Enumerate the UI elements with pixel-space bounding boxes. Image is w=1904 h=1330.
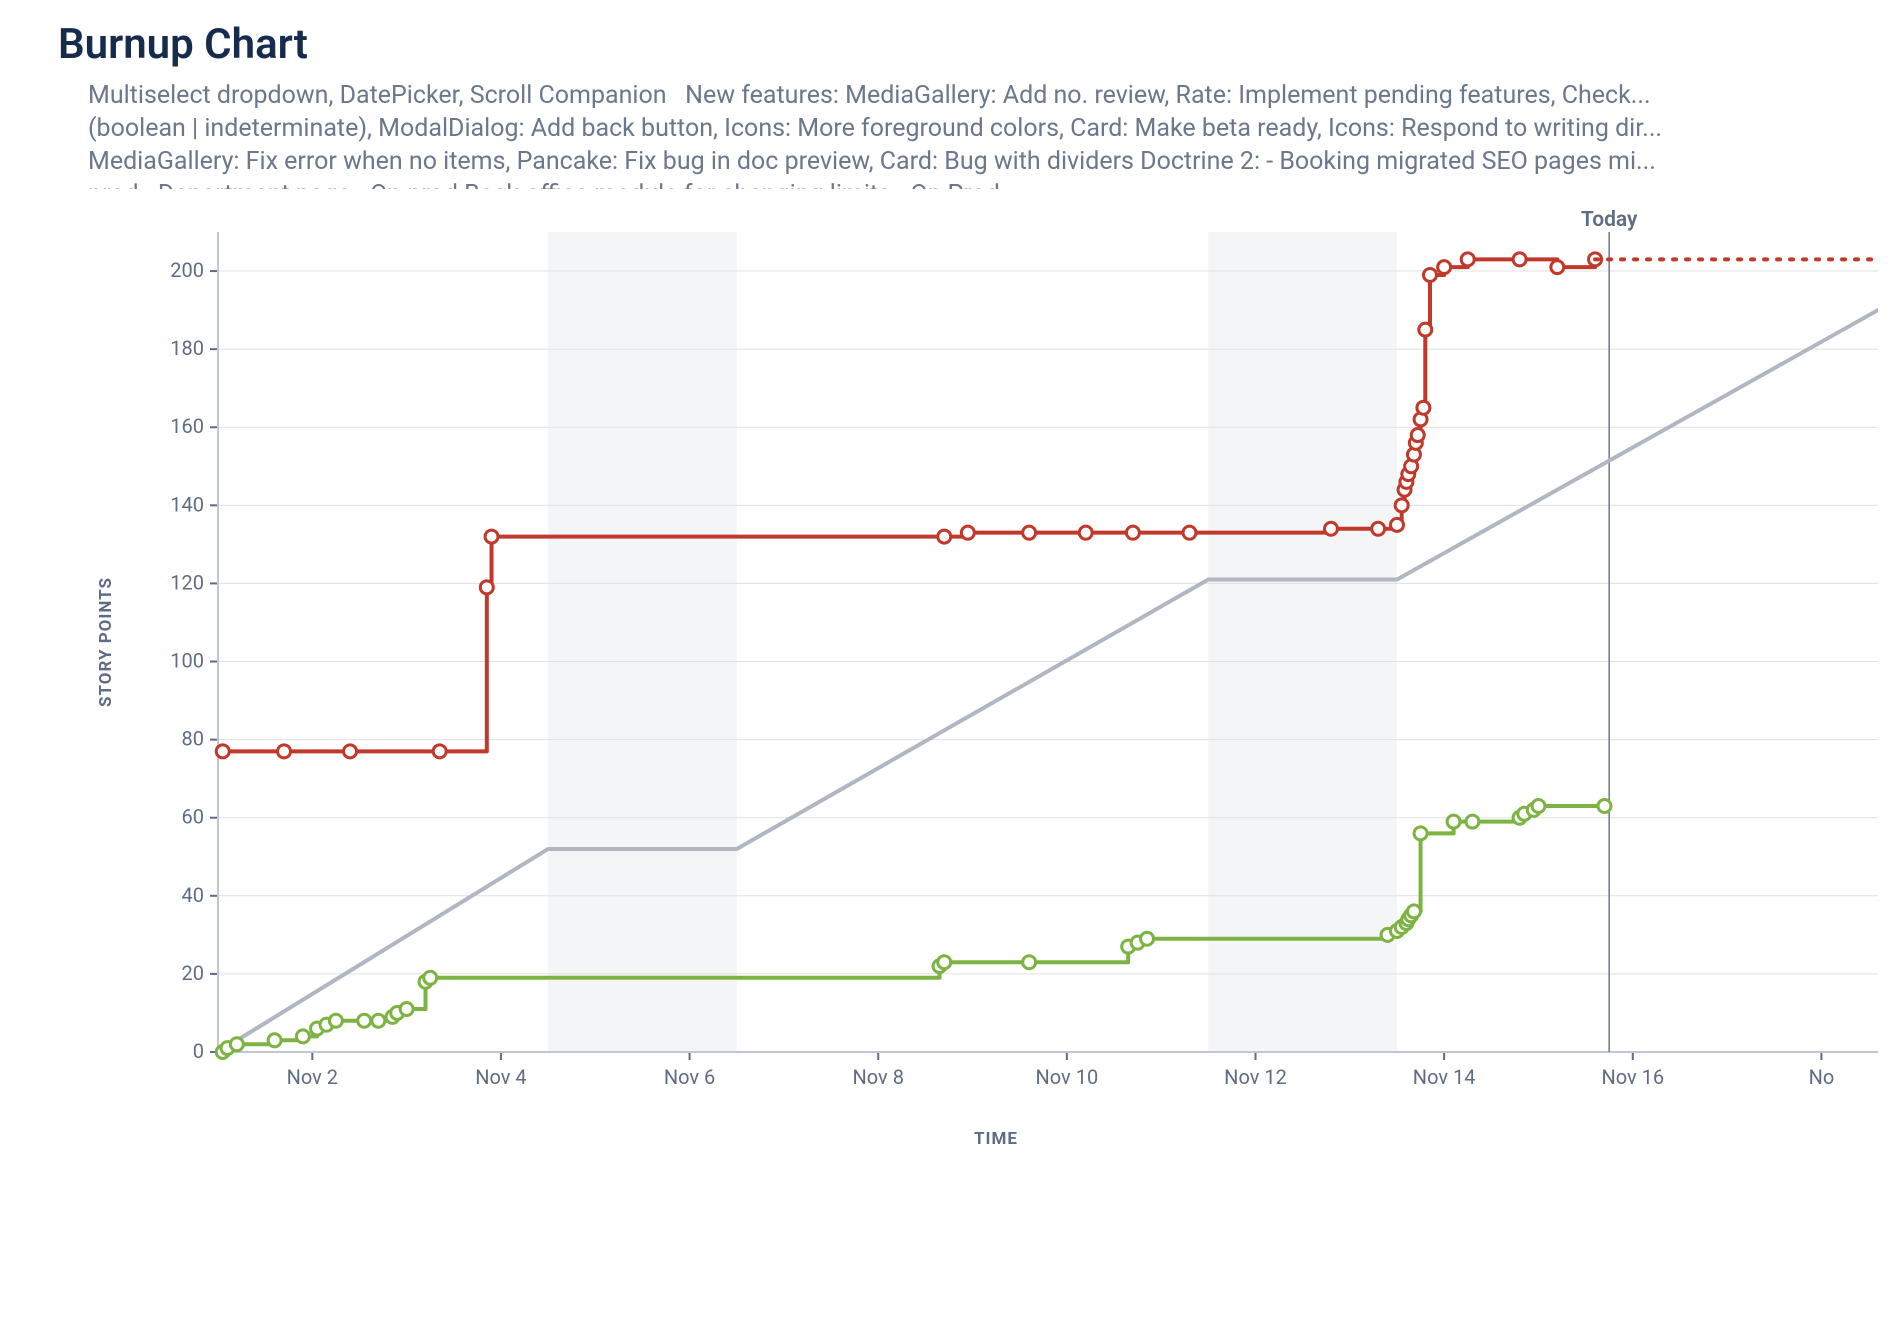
scope-point [1126,526,1139,539]
scope-point [1372,522,1385,535]
done-point [296,1030,309,1043]
y-tick-label: 40 [182,883,204,907]
burnup-chart: STORY POINTS 0 20 40 60 80 100 120 140 160 180 200… [88,207,1904,1149]
done-point [938,956,951,969]
x-tick-label: Nov 10 [1036,1065,1099,1089]
y-tick-label: 60 [182,805,204,829]
y-tick-label: 100 [170,649,204,673]
x-axis-label: TIME [88,1129,1904,1149]
scope-point [1411,429,1424,442]
scope-point [1551,261,1564,274]
y-tick-label: 180 [170,336,204,360]
done-point [230,1038,243,1051]
x-tick-label: Nov 6 [664,1065,715,1089]
done-point [1414,827,1427,840]
x-tick-label: Nov 2 [287,1065,338,1089]
scope-point [433,745,446,758]
done-point [1598,800,1611,813]
scope-point [1183,526,1196,539]
scope-point [1461,253,1474,266]
scope-point [1023,526,1036,539]
x-tick-label: Nov 16 [1601,1065,1664,1089]
done-point [372,1014,385,1027]
weekend-band [1208,232,1397,1052]
chart-plot-area: 0 20 40 60 80 100 120 140 160 180 200 Nov 2 Nov 4 Nov… [88,207,1878,1107]
y-tick-label: 120 [170,570,204,594]
scope-point [1079,526,1092,539]
scope-point [344,745,357,758]
y-tick-label: 140 [170,492,204,516]
x-tick-label: No [1809,1065,1835,1089]
y-tick-label: 0 [193,1039,204,1063]
x-tick-label: Nov 4 [475,1065,526,1089]
y-axis-label: STORY POINTS [96,577,116,707]
y-tick-label: 20 [182,961,204,985]
ideal-line [218,310,1878,1052]
y-tick-label: 160 [170,414,204,438]
x-tick-label: Nov 12 [1224,1065,1287,1089]
scope-point [216,745,229,758]
done-point [1023,956,1036,969]
scope-point [1438,261,1451,274]
done-point [358,1014,371,1027]
scope-point [485,530,498,543]
scope-point [278,745,291,758]
x-tick-label: Nov 14 [1413,1065,1476,1089]
x-tick-label: Nov 8 [853,1065,904,1089]
scope-point [1513,253,1526,266]
done-point [268,1034,281,1047]
done-point [1141,932,1154,945]
scope-point [961,526,974,539]
page-title: Burnup Chart [58,20,1904,69]
scope-point [938,530,951,543]
scope-point [1423,268,1436,281]
done-point [424,971,437,984]
scope-point [480,581,493,594]
done-point [329,1014,342,1027]
scope-point [1417,401,1430,414]
done-point [1407,905,1420,918]
y-tick-label: 200 [170,258,204,282]
weekend-band [548,232,737,1052]
scope-point [1390,518,1403,531]
scope-point [1419,323,1432,336]
scope-point [1395,499,1408,512]
done-point [400,1003,413,1016]
today-label: Today [1581,208,1638,232]
scope-point [1324,522,1337,535]
done-point [1532,800,1545,813]
sprint-description: Multiselect dropdown, DatePicker, Scroll… [88,79,1904,189]
y-tick-label: 80 [182,727,204,751]
done-point [1447,815,1460,828]
done-point [1466,815,1479,828]
